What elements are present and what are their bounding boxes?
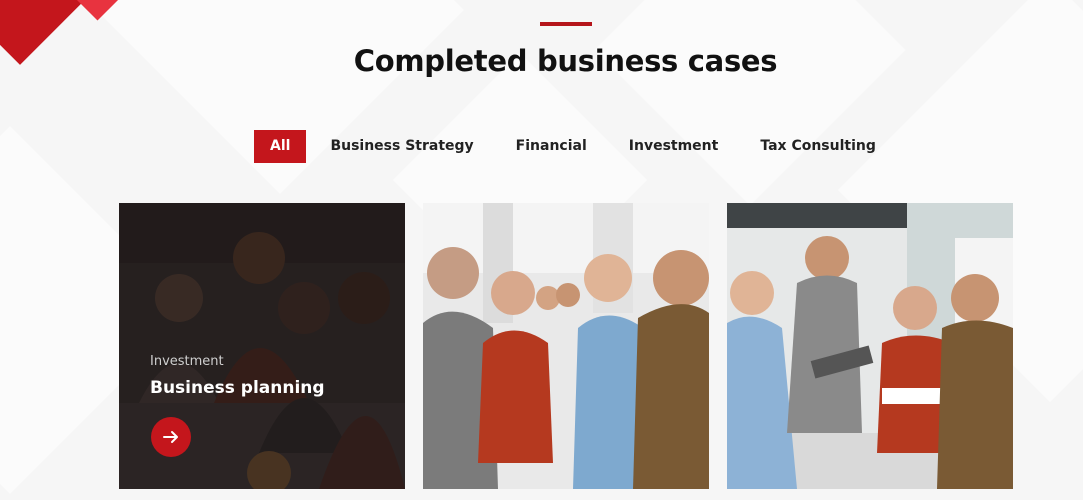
card-title[interactable]: Business planning <box>150 378 325 398</box>
arrow-right-icon <box>163 431 178 443</box>
card-category: Investment <box>150 354 224 369</box>
case-card[interactable] <box>423 203 709 489</box>
filter-tab-investment[interactable]: Investment <box>611 130 737 163</box>
filter-tabs: All Business Strategy Financial Investme… <box>254 130 894 163</box>
card-link-button[interactable] <box>151 417 191 457</box>
case-photo <box>727 203 1013 489</box>
case-photo <box>423 203 709 489</box>
case-card[interactable] <box>727 203 1013 489</box>
case-card[interactable]: Investment Business planning <box>119 203 405 489</box>
title-accent-line <box>540 22 592 26</box>
filter-tab-business-strategy[interactable]: Business Strategy <box>312 130 491 163</box>
filter-tab-financial[interactable]: Financial <box>498 130 605 163</box>
section-title: Completed business cases <box>353 44 778 78</box>
case-cards: Investment Business planning <box>119 203 1013 489</box>
filter-tab-all[interactable]: All <box>254 130 307 163</box>
filter-tab-tax-consulting[interactable]: Tax Consulting <box>742 130 894 163</box>
